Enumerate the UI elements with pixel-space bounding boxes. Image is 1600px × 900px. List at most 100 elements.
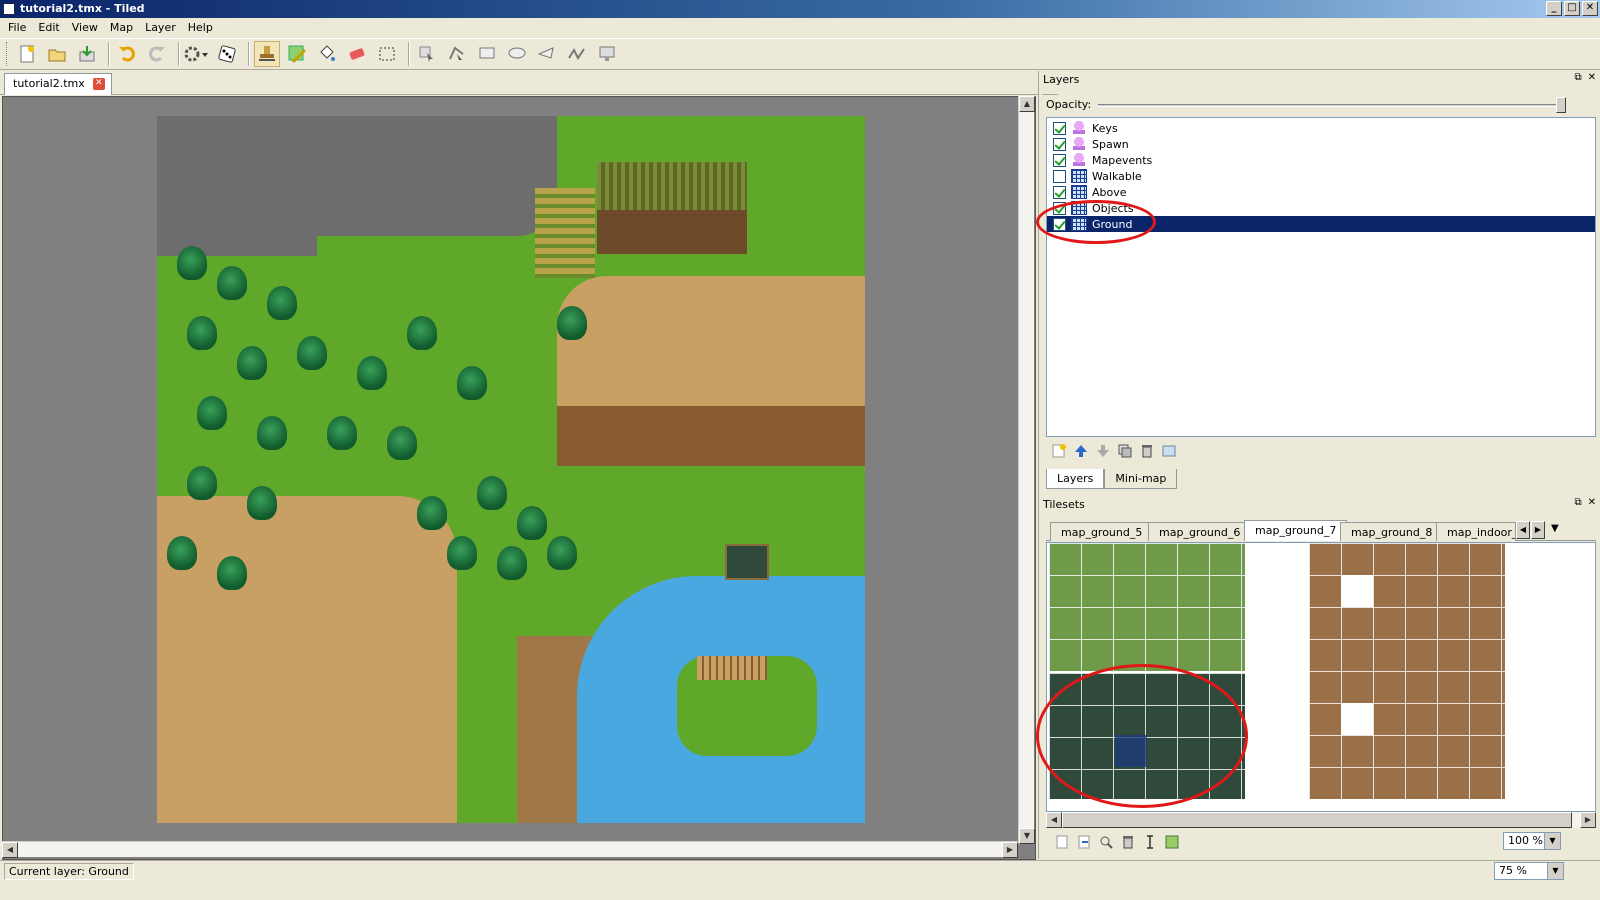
bucket-fill-button[interactable] xyxy=(314,41,340,67)
tab-label: tutorial2.tmx xyxy=(13,77,85,90)
float-icon[interactable]: ⧉ xyxy=(1574,72,1581,83)
tileset-scroll-thumb[interactable] xyxy=(1062,812,1572,828)
tree xyxy=(517,506,547,540)
open-button[interactable] xyxy=(44,41,70,67)
insert-ellipse-button[interactable] xyxy=(504,41,530,67)
tab-list-chevron-down-icon[interactable]: ▼ xyxy=(1551,523,1559,534)
raise-layer-button[interactable] xyxy=(1072,442,1090,460)
tab-layers[interactable]: Layers xyxy=(1046,469,1105,489)
remove-tileset-icon[interactable] xyxy=(1120,834,1136,850)
menu-file[interactable]: File xyxy=(2,19,32,37)
tab-tutorial2[interactable]: tutorial2.tmx ✕ xyxy=(4,73,112,95)
scroll-right-icon[interactable]: ▶ xyxy=(1002,842,1018,858)
menu-layer[interactable]: Layer xyxy=(139,19,182,37)
visibility-checkbox[interactable] xyxy=(1053,185,1066,199)
bucket-fill-icon xyxy=(320,45,335,61)
current-layer-status: Current layer: Ground xyxy=(4,863,134,880)
edit-polygons-button[interactable] xyxy=(444,41,470,67)
tileset-dirt-tiles xyxy=(1309,543,1505,799)
tab-map-indoor-1[interactable]: map_indoor_1 xyxy=(1436,522,1516,541)
layer-row-keys[interactable]: Keys xyxy=(1047,120,1595,136)
tileset-zoom-value: 100 % xyxy=(1508,834,1543,847)
insert-rectangle-icon xyxy=(479,47,495,59)
tree xyxy=(217,556,247,590)
layer-row-above[interactable]: Above xyxy=(1047,184,1595,200)
map-canvas[interactable] xyxy=(157,116,865,823)
tab-map-ground-7[interactable]: map_ground_7 xyxy=(1244,520,1348,541)
tab-scroll-right-icon[interactable]: ▶ xyxy=(1531,521,1545,539)
map-zoom-select[interactable]: 75 % ▼ xyxy=(1494,862,1564,880)
redo-button[interactable] xyxy=(144,41,170,67)
scroll-right-icon[interactable]: ▶ xyxy=(1580,812,1596,828)
opacity-slider-handle[interactable] xyxy=(1556,97,1566,113)
scroll-up-icon[interactable]: ▲ xyxy=(1019,96,1035,112)
visibility-checkbox[interactable] xyxy=(1053,137,1066,151)
duplicate-layer-button[interactable] xyxy=(1116,442,1134,460)
menu-map[interactable]: Map xyxy=(104,19,139,37)
map-vertical-scrollbar[interactable]: ▲ ▼ xyxy=(1018,96,1035,844)
chevron-down-icon[interactable]: ▼ xyxy=(1544,833,1560,849)
close-icon[interactable]: ✕ xyxy=(1588,497,1596,508)
commands-button[interactable] xyxy=(184,41,210,67)
insert-polyline-button[interactable] xyxy=(564,41,590,67)
lower-layer-button[interactable] xyxy=(1094,442,1112,460)
object-layer-icon xyxy=(1071,153,1087,167)
rock-cliffs xyxy=(157,116,557,236)
remove-layer-button[interactable] xyxy=(1138,442,1156,460)
tab-map-ground-5[interactable]: map_ground_5 xyxy=(1050,522,1154,541)
tileset-horizontal-scrollbar[interactable]: ◀ ▶ xyxy=(1046,812,1596,828)
eraser-button[interactable] xyxy=(344,41,370,67)
chevron-down-icon[interactable]: ▼ xyxy=(1547,863,1563,879)
layer-row-mapevents[interactable]: Mapevents xyxy=(1047,152,1595,168)
text-cursor-icon[interactable] xyxy=(1142,834,1158,850)
menu-view[interactable]: View xyxy=(66,19,104,37)
house-roof xyxy=(597,162,747,210)
random-mode-button[interactable] xyxy=(214,41,240,67)
new-tileset-icon[interactable] xyxy=(1054,834,1070,850)
scroll-left-icon[interactable]: ◀ xyxy=(1046,812,1062,828)
layer-name: Spawn xyxy=(1092,137,1129,151)
map-horizontal-scrollbar[interactable]: ◀ ▶ xyxy=(2,841,1018,858)
rect-select-button[interactable] xyxy=(374,41,400,67)
tab-map-ground-6[interactable]: map_ground_6 xyxy=(1148,522,1252,541)
tab-mini-map[interactable]: Mini-map xyxy=(1104,469,1178,489)
layer-row-spawn[interactable]: Spawn xyxy=(1047,136,1595,152)
terrain-brush-button[interactable] xyxy=(284,41,310,67)
insert-polygon-button[interactable] xyxy=(534,41,560,67)
close-icon[interactable]: ✕ xyxy=(1588,72,1596,83)
tileset-image-icon[interactable] xyxy=(1164,834,1180,850)
tree xyxy=(247,486,277,520)
visibility-checkbox[interactable] xyxy=(1053,169,1066,183)
float-icon[interactable]: ⧉ xyxy=(1574,497,1581,508)
visibility-checkbox[interactable] xyxy=(1053,121,1066,135)
menu-edit[interactable]: Edit xyxy=(32,19,65,37)
layer-properties-button[interactable] xyxy=(1160,442,1178,460)
import-tileset-icon[interactable] xyxy=(1076,834,1092,850)
close-button[interactable]: ✕ xyxy=(1582,1,1598,16)
stamp-brush-button[interactable] xyxy=(254,41,280,67)
layer-row-walkable[interactable]: Walkable xyxy=(1047,168,1595,184)
scroll-left-icon[interactable]: ◀ xyxy=(2,842,18,858)
visibility-checkbox[interactable] xyxy=(1053,153,1066,167)
maximize-button[interactable]: □ xyxy=(1564,1,1580,16)
undo-button[interactable] xyxy=(114,41,140,67)
tree xyxy=(557,306,587,340)
select-objects-button[interactable] xyxy=(414,41,440,67)
minimize-button[interactable]: _ xyxy=(1546,1,1562,16)
insert-tile-button[interactable] xyxy=(594,41,620,67)
scroll-down-icon[interactable]: ▼ xyxy=(1019,828,1035,844)
tab-scroll-left-icon[interactable]: ◀ xyxy=(1516,521,1530,539)
new-map-button[interactable] xyxy=(14,41,40,67)
insert-rectangle-button[interactable] xyxy=(474,41,500,67)
opacity-row: Opacity: xyxy=(1046,97,1596,113)
toolbar-grip[interactable] xyxy=(6,42,10,66)
tab-map-ground-8[interactable]: map_ground_8 xyxy=(1340,522,1444,541)
save-button[interactable] xyxy=(74,41,100,67)
tree xyxy=(407,316,437,350)
menu-help[interactable]: Help xyxy=(182,19,219,37)
tileset-zoom-select[interactable]: 100 % ▼ xyxy=(1503,832,1561,850)
close-tab-icon[interactable]: ✕ xyxy=(92,78,105,90)
opacity-slider[interactable] xyxy=(1098,104,1566,107)
edit-tileset-icon[interactable] xyxy=(1098,834,1114,850)
add-layer-button[interactable] xyxy=(1050,442,1068,460)
